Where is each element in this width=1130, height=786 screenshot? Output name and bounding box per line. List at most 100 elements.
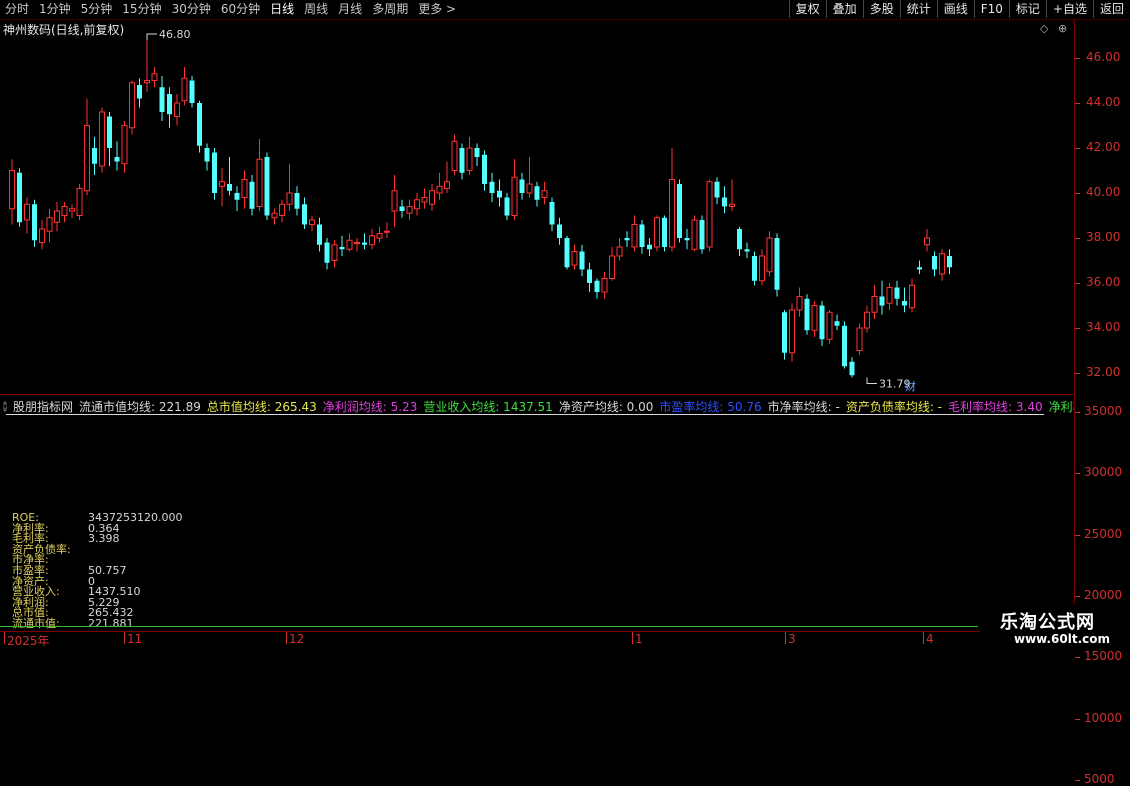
candle[interactable] — [526, 157, 533, 198]
candle[interactable] — [107, 112, 112, 166]
candle[interactable] — [909, 278, 915, 313]
candle[interactable] — [601, 271, 608, 299]
candle[interactable] — [466, 136, 473, 175]
candle[interactable] — [256, 139, 263, 211]
candle[interactable] — [616, 238, 623, 261]
candle[interactable] — [76, 184, 83, 220]
candle[interactable] — [54, 202, 60, 232]
candle[interactable] — [309, 215, 315, 232]
candle[interactable] — [249, 175, 255, 216]
candle[interactable] — [856, 323, 863, 356]
candle[interactable] — [362, 233, 367, 250]
candle[interactable] — [879, 280, 885, 315]
candle[interactable] — [189, 76, 195, 108]
candle[interactable] — [391, 175, 398, 227]
candle[interactable] — [369, 229, 375, 250]
candle[interactable] — [167, 87, 172, 128]
candle[interactable] — [376, 226, 383, 243]
candle[interactable] — [234, 186, 240, 211]
candle[interactable] — [24, 197, 30, 234]
candle[interactable] — [819, 301, 825, 346]
candle[interactable] — [324, 238, 330, 270]
candle[interactable] — [504, 193, 510, 220]
candle[interactable] — [436, 172, 443, 200]
candle[interactable] — [774, 233, 780, 297]
candle[interactable] — [849, 357, 855, 378]
candle[interactable] — [759, 249, 765, 286]
candle[interactable] — [571, 244, 578, 270]
candle[interactable] — [459, 143, 465, 180]
candle[interactable] — [46, 208, 53, 243]
candle[interactable] — [902, 287, 907, 313]
candle[interactable] — [489, 172, 495, 202]
candle[interactable] — [744, 242, 750, 259]
candle[interactable] — [474, 143, 480, 167]
candle[interactable] — [497, 179, 502, 207]
candle[interactable] — [669, 148, 675, 252]
candle[interactable] — [9, 159, 15, 225]
candle[interactable] — [677, 179, 682, 243]
financial-report-marker[interactable]: 财 — [905, 379, 916, 393]
candle[interactable] — [714, 177, 720, 205]
candle[interactable] — [722, 186, 727, 214]
candle[interactable] — [121, 121, 128, 173]
candle[interactable] — [302, 197, 307, 230]
candle[interactable] — [647, 238, 652, 256]
candle[interactable] — [549, 197, 555, 232]
candle[interactable] — [752, 251, 757, 286]
candle[interactable] — [346, 233, 353, 252]
candle[interactable] — [219, 168, 225, 207]
candle[interactable] — [782, 310, 787, 360]
candle[interactable] — [137, 78, 142, 108]
candle[interactable] — [406, 199, 413, 220]
candle[interactable] — [174, 94, 180, 126]
candle[interactable] — [317, 217, 322, 252]
candle[interactable] — [939, 249, 945, 281]
candle[interactable] — [662, 215, 667, 252]
candle[interactable] — [639, 220, 645, 254]
candle[interactable] — [429, 184, 435, 211]
candle[interactable] — [39, 220, 45, 250]
pane-separator[interactable] — [0, 394, 1074, 395]
candle[interactable] — [84, 98, 90, 196]
collapse-icon[interactable]: ▾ — [3, 400, 8, 412]
candle[interactable] — [804, 294, 810, 335]
candle[interactable] — [766, 231, 773, 277]
candle[interactable] — [519, 172, 525, 200]
candle[interactable] — [864, 305, 870, 333]
candle[interactable] — [932, 251, 937, 277]
candle[interactable] — [699, 215, 705, 254]
candle[interactable] — [181, 67, 188, 106]
candle[interactable] — [92, 136, 97, 175]
candle[interactable] — [886, 283, 893, 310]
candle[interactable] — [587, 262, 592, 292]
indicator-title[interactable]: 股朋指标网 — [13, 398, 73, 415]
candle[interactable] — [894, 280, 900, 306]
candle[interactable] — [834, 314, 840, 331]
candle[interactable] — [594, 278, 600, 299]
candle[interactable] — [811, 301, 818, 337]
candle[interactable] — [691, 215, 698, 252]
candle[interactable] — [796, 287, 803, 317]
candle[interactable] — [631, 215, 638, 252]
candle[interactable] — [451, 134, 458, 176]
candle[interactable] — [339, 235, 345, 256]
candle[interactable] — [624, 231, 630, 247]
candle[interactable] — [399, 199, 405, 218]
candle[interactable] — [271, 208, 278, 225]
candle[interactable] — [32, 199, 37, 247]
candle[interactable] — [99, 107, 105, 173]
candle[interactable] — [534, 181, 540, 207]
candle[interactable] — [61, 202, 68, 223]
candle[interactable] — [826, 310, 833, 344]
candle[interactable] — [69, 204, 75, 218]
candle[interactable] — [354, 238, 360, 252]
candle[interactable] — [444, 161, 450, 194]
candle[interactable] — [129, 80, 135, 135]
candle[interactable] — [384, 222, 390, 238]
candle[interactable] — [557, 217, 562, 245]
candle[interactable] — [414, 193, 420, 216]
candle[interactable] — [227, 157, 232, 196]
candle[interactable] — [729, 179, 735, 212]
candle[interactable] — [924, 229, 930, 252]
